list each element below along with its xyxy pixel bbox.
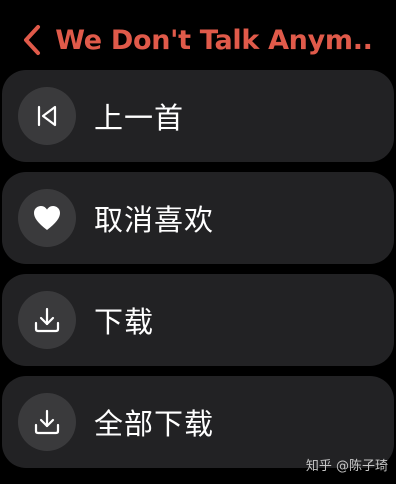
previous-track-button[interactable]: 上一首 [2, 70, 394, 162]
heart-icon [18, 189, 76, 247]
download-button[interactable]: 下载 [2, 274, 394, 366]
unlike-button[interactable]: 取消喜欢 [2, 172, 394, 264]
back-header[interactable]: We Don't Talk Anym... [22, 18, 372, 62]
page-title: We Don't Talk Anym... [55, 24, 372, 56]
watermark: 知乎 @陈子琦 [305, 459, 388, 474]
download-icon [18, 393, 76, 451]
chevron-left-icon[interactable] [22, 22, 45, 58]
previous-track-icon [18, 87, 76, 145]
download-icon [18, 291, 76, 349]
unlike-label: 取消喜欢 [94, 203, 215, 237]
download-label: 下载 [94, 305, 155, 339]
download-all-label: 全部下载 [94, 407, 215, 441]
previous-track-label: 上一首 [94, 101, 185, 135]
